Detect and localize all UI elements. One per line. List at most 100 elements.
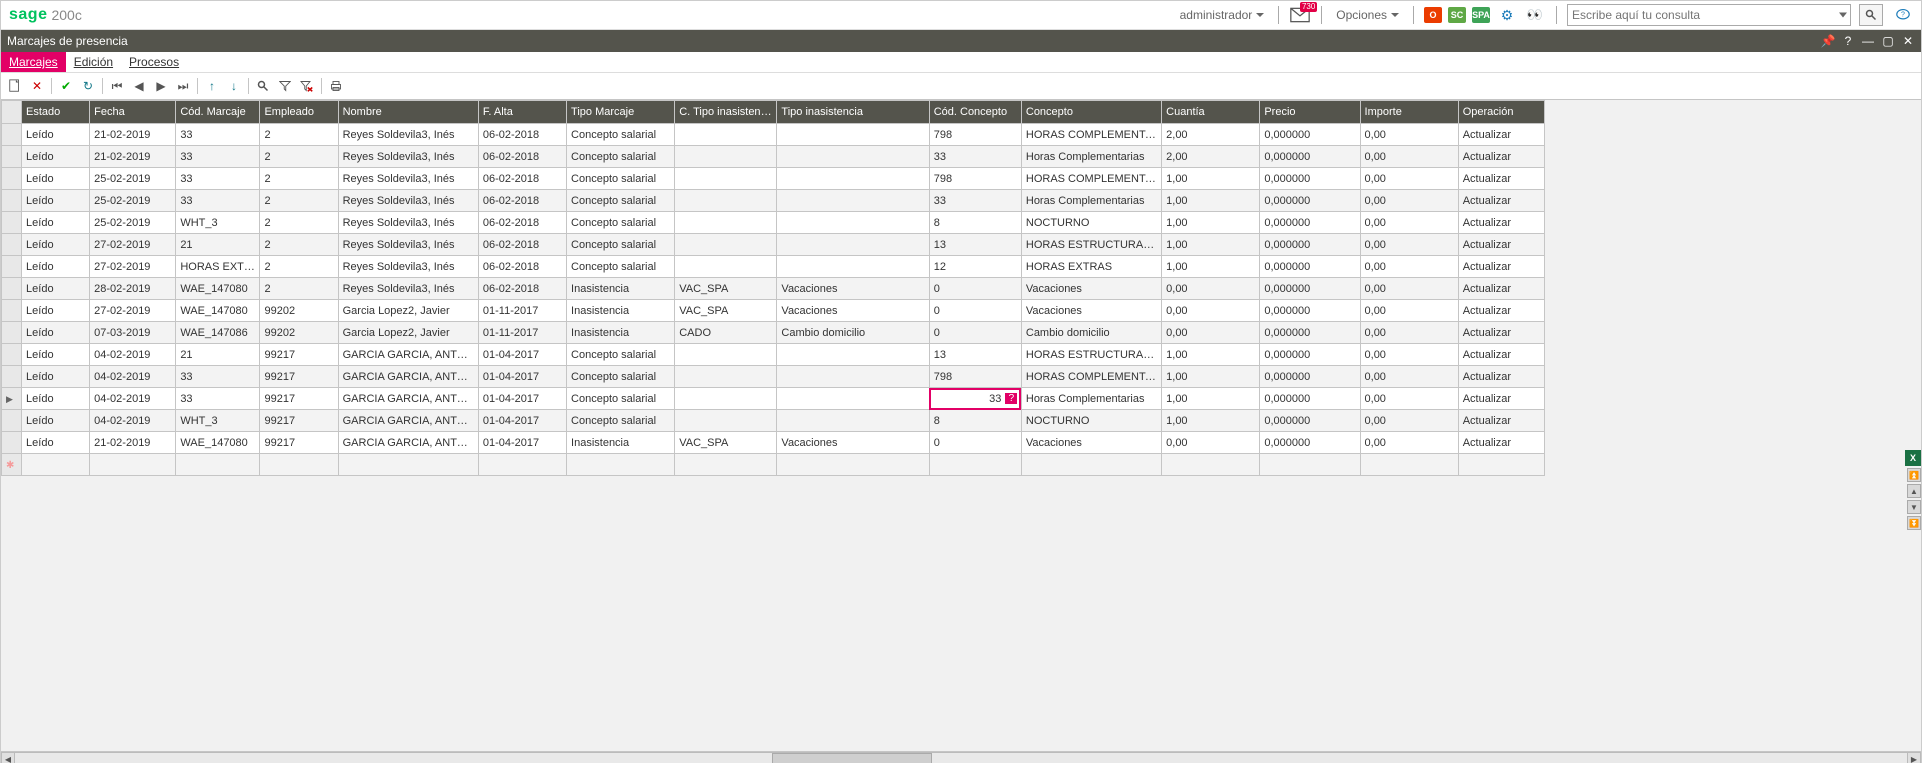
cell-operacion[interactable]: Actualizar [1458, 300, 1544, 322]
cell-empty[interactable] [929, 454, 1021, 476]
row-handle[interactable] [2, 410, 22, 432]
col-operacion[interactable]: Operación [1458, 101, 1544, 124]
cell-empleado[interactable]: 2 [260, 124, 338, 146]
cell-tipo_inas[interactable] [777, 344, 929, 366]
cell-fecha[interactable]: 04-02-2019 [90, 410, 176, 432]
cell-cod_marcaje[interactable]: 33 [176, 124, 260, 146]
cell-importe[interactable]: 0,00 [1360, 124, 1458, 146]
cell-fecha[interactable]: 04-02-2019 [90, 366, 176, 388]
cell-c_tipo_inas[interactable] [675, 146, 777, 168]
new-row[interactable]: ✱ [2, 454, 1545, 476]
cell-nombre[interactable]: Reyes Soldevila3, Inés [338, 278, 478, 300]
table-row[interactable]: Leído27-02-2019WAE_14708099202Garcia Lop… [2, 300, 1545, 322]
cell-operacion[interactable]: Actualizar [1458, 410, 1544, 432]
cell-c_tipo_inas[interactable]: VAC_SPA [675, 300, 777, 322]
cell-cuantia[interactable]: 1,00 [1162, 410, 1260, 432]
cell-empty[interactable] [22, 454, 90, 476]
filter-remove-icon[interactable] [297, 77, 317, 95]
row-handle[interactable] [2, 366, 22, 388]
cell-fecha[interactable]: 27-02-2019 [90, 300, 176, 322]
cell-precio[interactable]: 0,000000 [1260, 300, 1360, 322]
cell-tipo_inas[interactable] [777, 146, 929, 168]
cell-estado[interactable]: Leído [22, 168, 90, 190]
cell-importe[interactable]: 0,00 [1360, 146, 1458, 168]
print-icon[interactable] [326, 77, 346, 95]
row-handle[interactable] [2, 212, 22, 234]
cell-importe[interactable]: 0,00 [1360, 256, 1458, 278]
table-row[interactable]: Leído21-02-2019332Reyes Soldevila3, Inés… [2, 146, 1545, 168]
cell-empleado[interactable]: 2 [260, 212, 338, 234]
cell-empty[interactable] [478, 454, 566, 476]
menu-edicion[interactable]: Edición [66, 52, 121, 72]
cell-operacion[interactable]: Actualizar [1458, 124, 1544, 146]
cell-c_tipo_inas[interactable] [675, 410, 777, 432]
horizontal-scrollbar[interactable]: ◀ ▶ [1, 751, 1921, 763]
cell-c_tipo_inas[interactable]: VAC_SPA [675, 432, 777, 454]
cell-fecha[interactable]: 25-02-2019 [90, 212, 176, 234]
cell-cod_concepto[interactable]: 798 [929, 168, 1021, 190]
cell-cuantia[interactable]: 0,00 [1162, 278, 1260, 300]
cell-empty[interactable] [176, 454, 260, 476]
col-tipo-inas[interactable]: Tipo inasistencia [777, 101, 929, 124]
cell-cod_marcaje[interactable]: 33 [176, 168, 260, 190]
cell-empty[interactable] [90, 454, 176, 476]
cell-cod_marcaje[interactable]: WHT_3 [176, 410, 260, 432]
col-cod-concepto[interactable]: Cód. Concepto [929, 101, 1021, 124]
cell-empleado[interactable]: 2 [260, 168, 338, 190]
help-icon[interactable]: ? [1893, 5, 1913, 25]
cell-concepto[interactable]: Horas Complementarias [1021, 388, 1161, 410]
cell-empty[interactable] [567, 454, 675, 476]
cell-c_tipo_inas[interactable] [675, 124, 777, 146]
cell-concepto[interactable]: Cambio domicilio [1021, 322, 1161, 344]
cell-cod_concepto[interactable]: 33 [929, 190, 1021, 212]
cell-operacion[interactable]: Actualizar [1458, 344, 1544, 366]
export-excel-icon[interactable]: X [1905, 450, 1921, 466]
cell-empleado[interactable]: 2 [260, 256, 338, 278]
side-bottom-icon[interactable]: ⏬ [1907, 516, 1921, 530]
col-estado[interactable]: Estado [22, 101, 90, 124]
cell-fecha[interactable]: 27-02-2019 [90, 234, 176, 256]
cell-cod_marcaje[interactable]: 33 [176, 146, 260, 168]
cell-concepto[interactable]: Horas Complementarias [1021, 146, 1161, 168]
row-handle[interactable] [2, 190, 22, 212]
cell-precio[interactable]: 0,000000 [1260, 410, 1360, 432]
cell-precio[interactable]: 0,000000 [1260, 278, 1360, 300]
cell-estado[interactable]: Leído [22, 300, 90, 322]
cell-operacion[interactable]: Actualizar [1458, 388, 1544, 410]
cell-tipo_marcaje[interactable]: Inasistencia [567, 322, 675, 344]
cell-cuantia[interactable]: 2,00 [1162, 124, 1260, 146]
cell-cod_marcaje[interactable]: WAE_147080 [176, 278, 260, 300]
cell-cuantia[interactable]: 0,00 [1162, 300, 1260, 322]
cell-nombre[interactable]: Reyes Soldevila3, Inés [338, 190, 478, 212]
cell-precio[interactable]: 0,000000 [1260, 168, 1360, 190]
help-window-icon[interactable]: ? [1841, 34, 1855, 48]
cell-concepto[interactable]: NOCTURNO [1021, 410, 1161, 432]
cell-c_tipo_inas[interactable] [675, 256, 777, 278]
sort-asc-icon[interactable]: ↑ [202, 77, 222, 95]
options-menu[interactable]: Opciones [1332, 8, 1403, 22]
cell-concepto[interactable]: Vacaciones [1021, 432, 1161, 454]
cell-cod_concepto[interactable]: 12 [929, 256, 1021, 278]
row-handle[interactable]: ✱ [2, 454, 22, 476]
table-row[interactable]: Leído21-02-2019WAE_14708099217GARCIA GAR… [2, 432, 1545, 454]
cell-importe[interactable]: 0,00 [1360, 278, 1458, 300]
cell-tipo_marcaje[interactable]: Concepto salarial [567, 388, 675, 410]
cell-f_alta[interactable]: 06-02-2018 [478, 146, 566, 168]
cell-empleado[interactable]: 2 [260, 190, 338, 212]
cell-precio[interactable]: 0,000000 [1260, 388, 1360, 410]
table-row[interactable]: Leído28-02-2019WAE_1470802Reyes Soldevil… [2, 278, 1545, 300]
cell-empleado[interactable]: 99217 [260, 366, 338, 388]
cell-nombre[interactable]: Reyes Soldevila3, Inés [338, 124, 478, 146]
cell-estado[interactable]: Leído [22, 146, 90, 168]
row-handle[interactable] [2, 300, 22, 322]
scroll-thumb[interactable] [772, 753, 932, 763]
cell-operacion[interactable]: Actualizar [1458, 322, 1544, 344]
cell-empty[interactable] [1458, 454, 1544, 476]
cell-precio[interactable]: 0,000000 [1260, 124, 1360, 146]
cell-cod_concepto[interactable]: 33 [929, 146, 1021, 168]
cell-cuantia[interactable]: 0,00 [1162, 322, 1260, 344]
cell-precio[interactable]: 0,000000 [1260, 212, 1360, 234]
nav-last-icon[interactable]: ⏭ [173, 77, 193, 95]
cell-f_alta[interactable]: 06-02-2018 [478, 190, 566, 212]
confirm-icon[interactable]: ✔ [56, 77, 76, 95]
